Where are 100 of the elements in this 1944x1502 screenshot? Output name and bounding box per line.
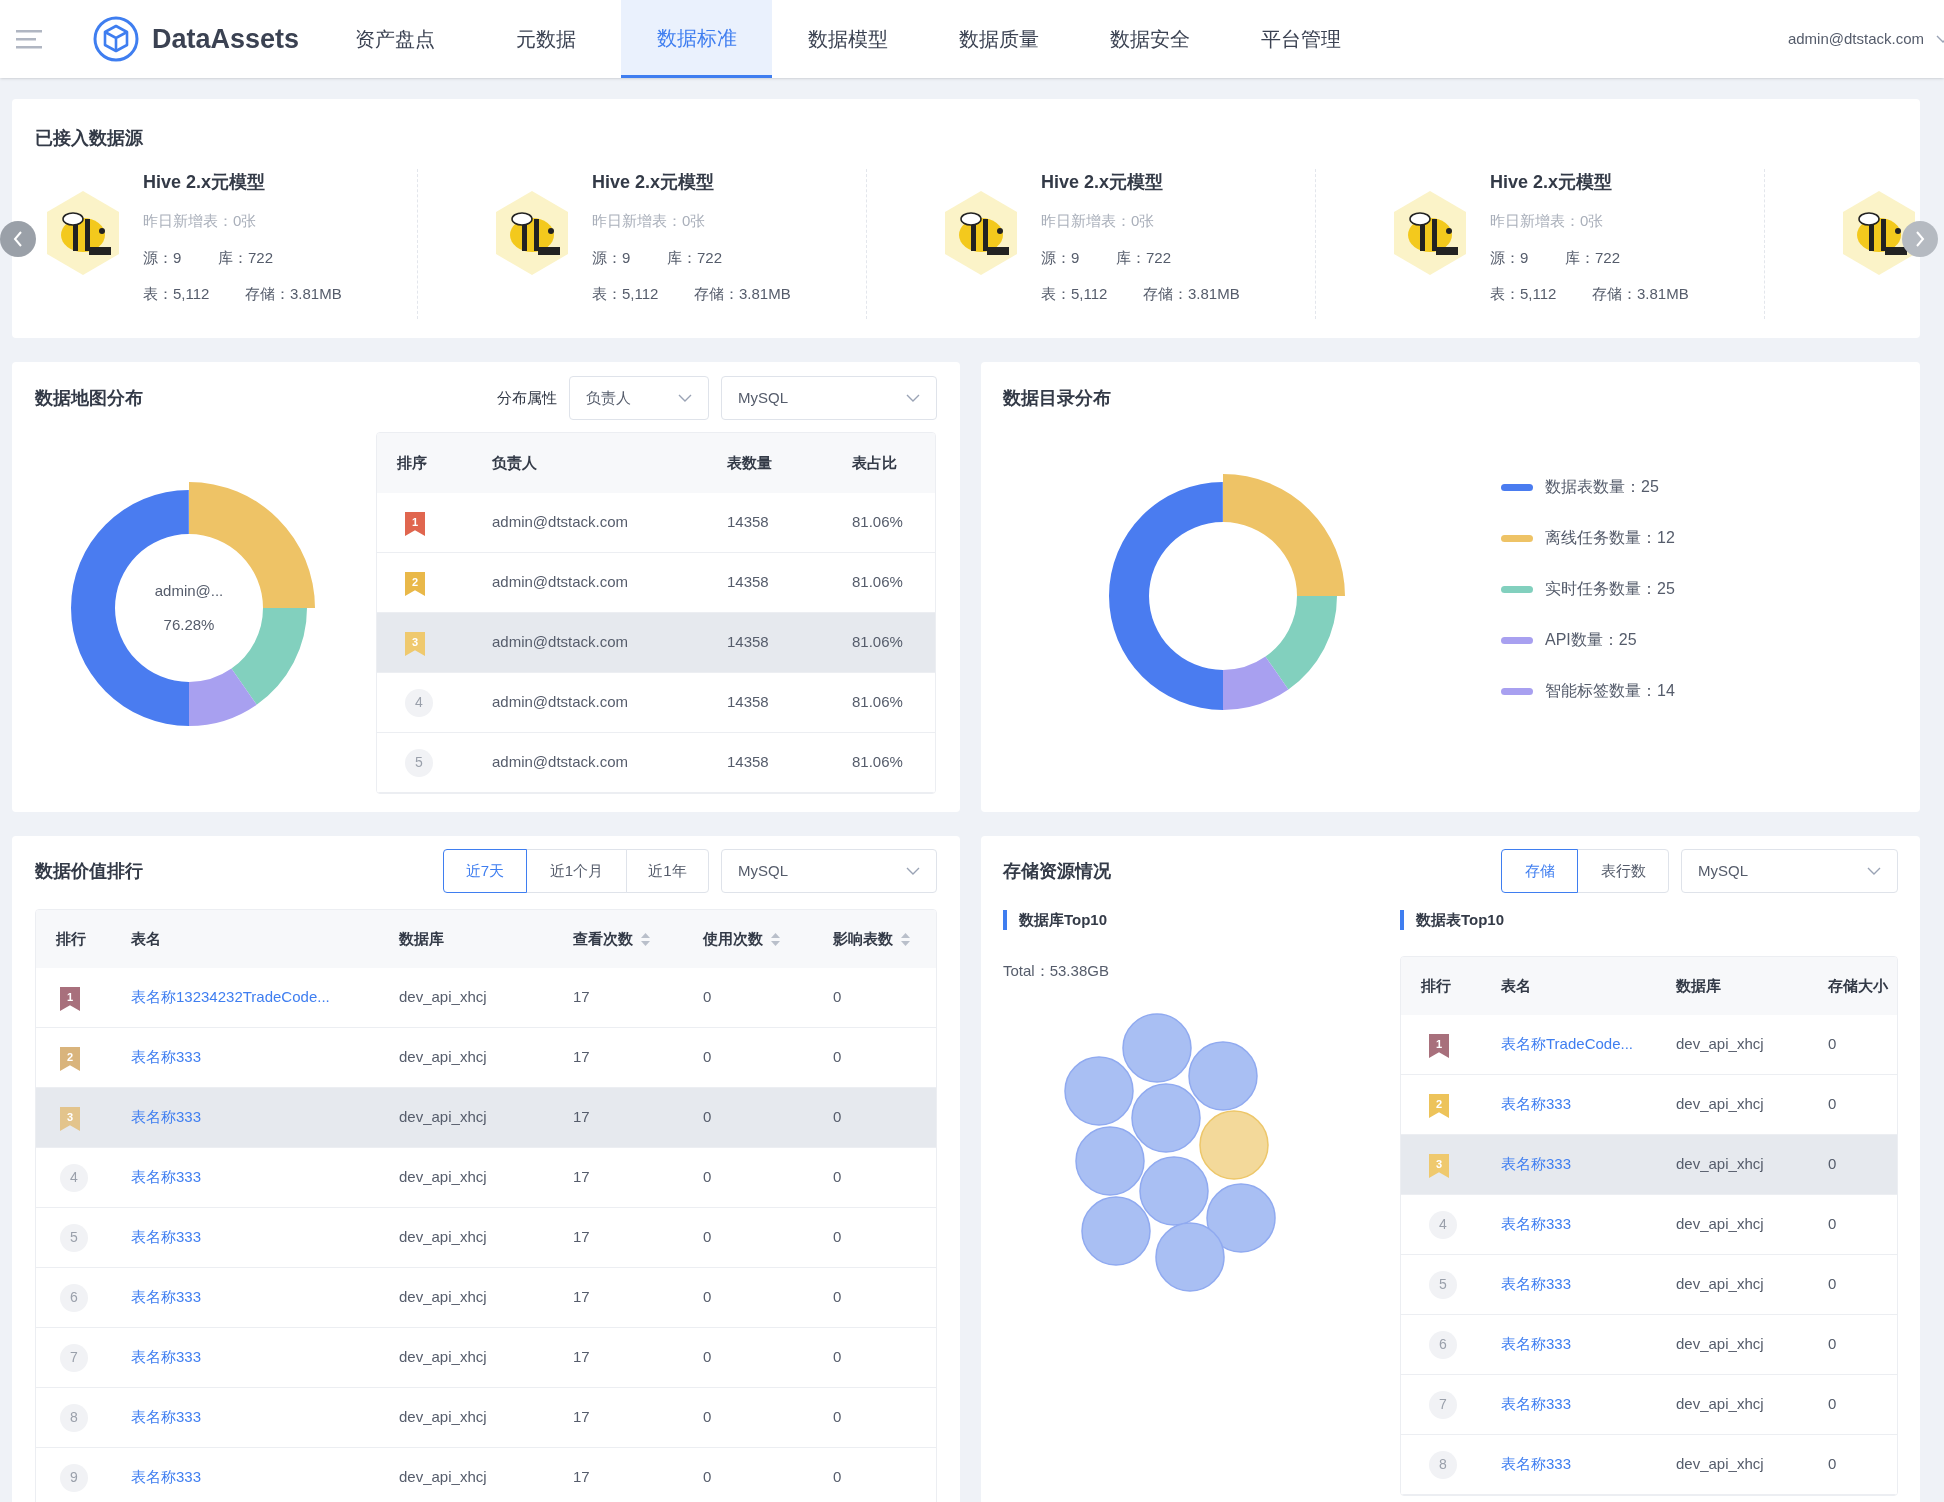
table-cell-text: admin@dtstack.com (492, 752, 630, 773)
segment-tab[interactable]: 表行数 (1577, 849, 1669, 893)
menu-icon[interactable] (16, 29, 42, 49)
table-cell-text: 81.06% (852, 512, 904, 533)
previous-button[interactable] (0, 221, 36, 257)
table-cell-text: 0 (833, 1047, 843, 1068)
nav-tab[interactable]: 数据标准 (621, 0, 773, 78)
sort-icon[interactable] (771, 932, 780, 946)
select-dropdown[interactable]: MySQL (1681, 849, 1898, 893)
bubble (1188, 1040, 1258, 1111)
card-title: 数据地图分布 (35, 386, 143, 410)
table-cell-text: 0 (703, 1107, 713, 1128)
table-name-link[interactable]: 表名称333 (131, 1406, 202, 1429)
table-name-link[interactable]: 表名称333 (1501, 1333, 1572, 1356)
column-header: 查看次数 (573, 928, 633, 949)
table-cell-text: dev_api_xhcj (1676, 1034, 1765, 1055)
table-cell-text: 17 (573, 1407, 591, 1428)
table-name-link[interactable]: 表名称333 (131, 1226, 202, 1249)
segment-tab[interactable]: 近1个月 (526, 849, 627, 893)
select-dropdown[interactable]: 负责人 (569, 376, 709, 420)
table-name-link[interactable]: 表名称333 (131, 1286, 202, 1309)
nav-tab[interactable]: 元数据 (470, 0, 622, 78)
rank-ribbon: 3 (60, 1107, 80, 1131)
next-button[interactable] (1902, 221, 1938, 257)
table-cell-text: 0 (703, 1407, 713, 1428)
table-name-link[interactable]: 表名称333 (1501, 1393, 1572, 1416)
nav-tab[interactable]: 资产盘点 (319, 0, 471, 78)
table-cell-text: 0 (833, 1167, 843, 1188)
segment-tab[interactable]: 近7天 (443, 849, 527, 893)
bubble (1155, 1221, 1225, 1292)
table-cell-text: 14358 (727, 752, 770, 773)
select-dropdown[interactable]: MySQL (721, 849, 937, 893)
card-title: 存储资源情况 (1003, 859, 1111, 883)
table-cell-text: dev_api_xhcj (1676, 1214, 1765, 1235)
source-stat: 源：9 (592, 247, 632, 268)
table-name-link[interactable]: 表名称333 (131, 1166, 202, 1189)
chevron-down-icon (1867, 867, 1881, 875)
nav-tab[interactable]: 数据质量 (923, 0, 1075, 78)
table-name-link[interactable]: 表名称333 (131, 1346, 202, 1369)
rank-number: 8 (1429, 1450, 1457, 1479)
source-stat: 库：722 (1565, 247, 1621, 268)
table-name-link[interactable]: 表名称333 (1501, 1213, 1572, 1236)
table-name-link[interactable]: 表名称TradeCode... (1501, 1033, 1633, 1056)
select-dropdown[interactable]: MySQL (721, 376, 937, 420)
source-stat: 库：722 (1116, 247, 1172, 268)
source-stat: 库：722 (218, 247, 274, 268)
bubble (1064, 1055, 1134, 1126)
table-cell-text: 0 (1828, 1454, 1838, 1475)
table-cell-text: 81.06% (852, 572, 904, 593)
nav-tab[interactable]: 数据安全 (1074, 0, 1226, 78)
table-cell-text: 0 (1828, 1214, 1838, 1235)
table-cell-text: 0 (833, 1407, 843, 1428)
source-stat: 昨日新增表：0张 (1490, 211, 1605, 231)
bubble (1081, 1195, 1151, 1266)
legend-label: API数量：25 (1545, 630, 1637, 650)
table-cell-text: 14358 (727, 692, 770, 713)
user-menu[interactable]: admin@dtstack.com (1787, 27, 1944, 51)
table-name-link[interactable]: 表名称333 (131, 1106, 202, 1129)
table-name-link[interactable]: 表名称333 (1501, 1093, 1572, 1116)
segment-tab[interactable]: 近1年 (626, 849, 709, 893)
sort-icon[interactable] (901, 932, 910, 946)
bubble (1131, 1082, 1201, 1153)
source-stat: 表：5,112 (1041, 284, 1109, 304)
table-cell-text: 17 (573, 1107, 591, 1128)
nav-tab[interactable]: 平台管理 (1225, 0, 1377, 78)
table-cell-text: 0 (833, 987, 843, 1008)
rank-number: 5 (60, 1223, 88, 1252)
table-cell-text: 14358 (727, 632, 770, 653)
column-header: 排序 (397, 452, 428, 473)
source-stat: 表：5,112 (1490, 284, 1558, 304)
table-name-link[interactable]: 表名称333 (131, 1046, 202, 1069)
sort-icon[interactable] (641, 932, 650, 946)
total-storage: Total：53.38GB (1003, 961, 1110, 981)
rank-ribbon: 1 (1429, 1034, 1449, 1058)
source-stat: 存储：3.81MB (694, 284, 791, 304)
nav-tab[interactable]: 数据模型 (772, 0, 924, 78)
table-cell-text: 0 (1828, 1394, 1838, 1415)
table-cell-text: 0 (833, 1227, 843, 1248)
table-cell-text: 81.06% (852, 692, 904, 713)
rank-ribbon: 2 (60, 1047, 80, 1071)
rank-number: 9 (60, 1463, 88, 1492)
column-header: 表占比 (852, 452, 898, 473)
table-cell-text: 0 (833, 1287, 843, 1308)
table-cell-text: 0 (703, 1467, 713, 1488)
table-name-link[interactable]: 表名称333 (131, 1466, 202, 1489)
rank-number: 5 (1429, 1270, 1457, 1299)
table-cell-text: 17 (573, 1167, 591, 1188)
table-name-link[interactable]: 表名称333 (1501, 1273, 1572, 1296)
segment-tab[interactable]: 存储 (1501, 849, 1578, 893)
table-cell-text: admin@dtstack.com (492, 572, 630, 593)
table-name-link[interactable]: 表名称13234232TradeCode... (131, 986, 330, 1009)
table-name-link[interactable]: 表名称333 (1501, 1153, 1572, 1176)
table-cell-text: 0 (703, 1347, 713, 1368)
legend-label: 数据表数量：25 (1545, 477, 1659, 497)
rank-number: 6 (1429, 1330, 1457, 1359)
table-cell-text: 17 (573, 1467, 591, 1488)
rank-ribbon: 2 (1429, 1094, 1449, 1118)
table-cell-text: 0 (703, 987, 713, 1008)
column-header: 排行 (1421, 975, 1452, 996)
table-name-link[interactable]: 表名称333 (1501, 1453, 1572, 1476)
